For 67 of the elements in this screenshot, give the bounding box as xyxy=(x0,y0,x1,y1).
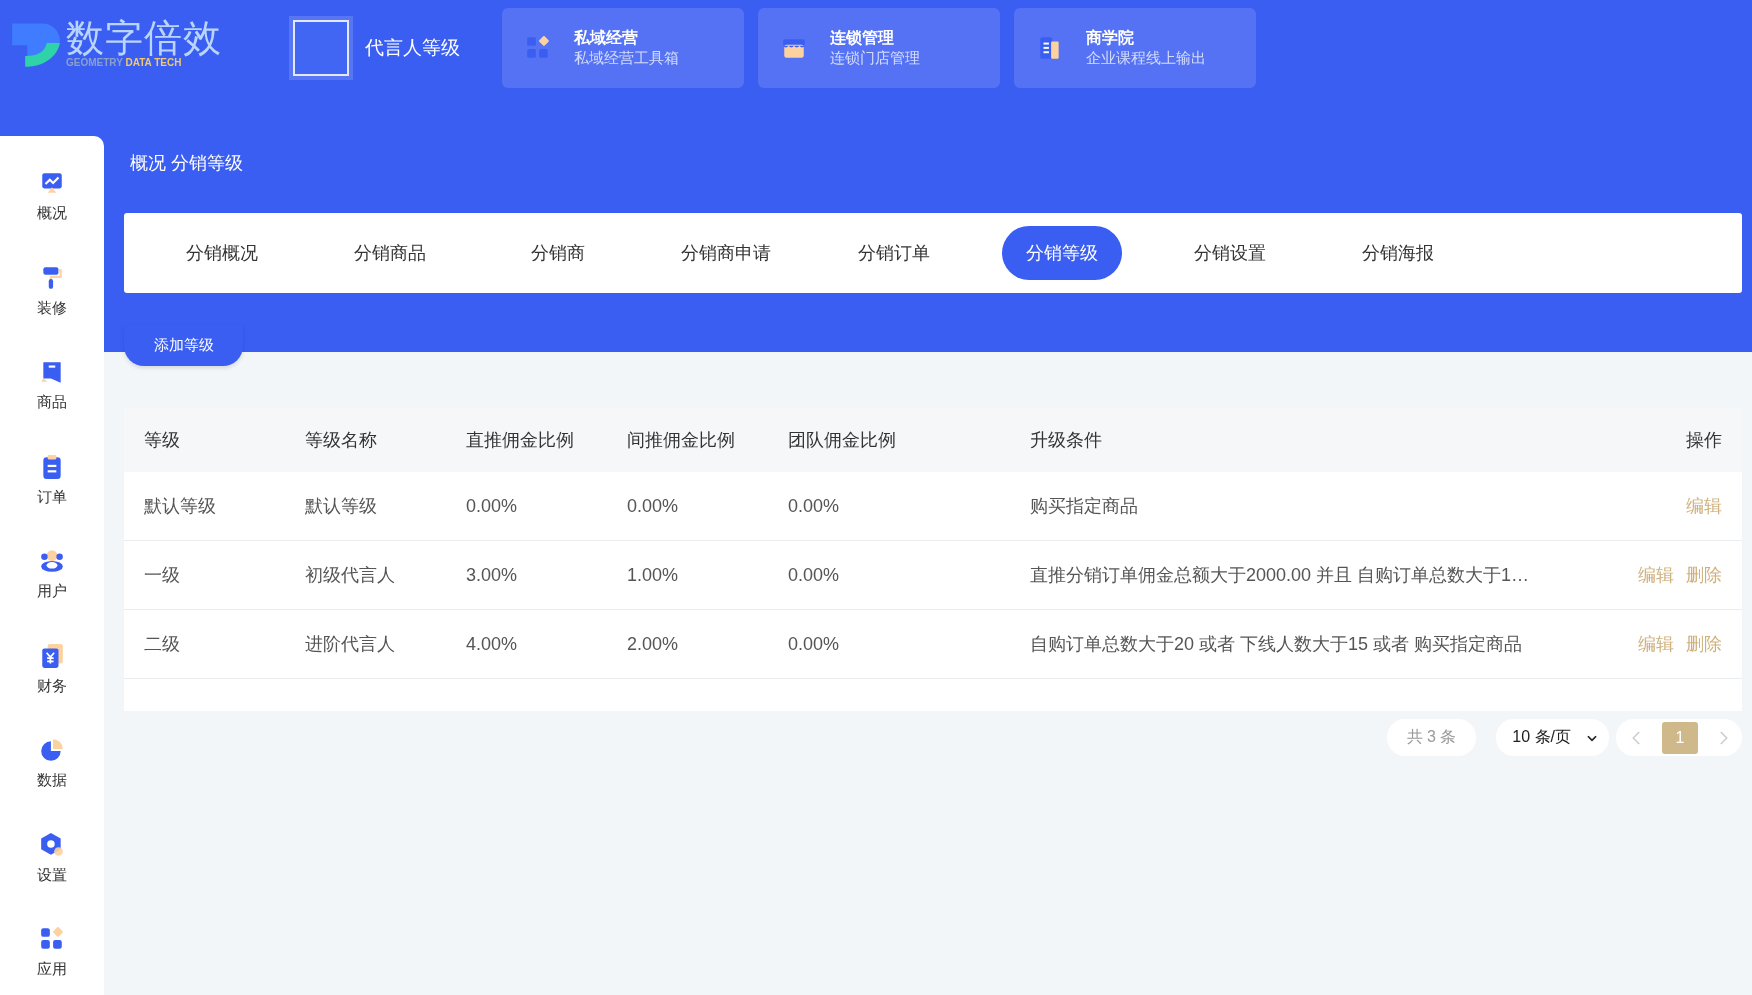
logo-subtitle: GEOMETRY DATA TECH xyxy=(66,56,183,68)
sidebar-item[interactable]: 概况 xyxy=(0,170,104,265)
sidebar-item[interactable]: 设置 xyxy=(0,831,104,926)
sidebar-item[interactable]: 财务 xyxy=(0,642,104,737)
table-cell-text: 1.00% xyxy=(627,564,680,586)
logo-title: 数字倍效 xyxy=(66,18,222,57)
tab[interactable]: 分销商申请 xyxy=(657,226,795,280)
table-cell-text: 二级 xyxy=(144,633,181,656)
sidebar-item[interactable]: 数据 xyxy=(0,737,104,832)
table-cell-text: 0.00% xyxy=(466,495,519,517)
table-cell-text: 0.00% xyxy=(627,495,680,517)
sidebar-label: 财务 xyxy=(37,676,67,696)
app-subtitle: 私域经营工具箱 xyxy=(574,49,679,68)
tab[interactable]: 分销订单 xyxy=(834,226,954,280)
app-title: 商学院 xyxy=(1086,28,1135,48)
table-cell-text: 0.00% xyxy=(788,564,841,586)
table-cell-text: 2.00% xyxy=(627,633,680,655)
add-level-button[interactable]: 添加等级 xyxy=(124,325,243,366)
breadcrumb: 概况 分销等级 xyxy=(129,152,244,175)
sidebar-label: 设置 xyxy=(37,865,67,885)
sidebar-label: 用户 xyxy=(37,582,67,601)
sidebar-item[interactable]: 用户 xyxy=(0,548,104,643)
table-cell-text: 初级代言人 xyxy=(305,564,396,587)
tab[interactable]: 分销设置 xyxy=(1170,226,1290,280)
tab[interactable]: 分销商品 xyxy=(330,226,450,280)
page-title: 代言人等级 xyxy=(365,36,460,60)
table-cell-text: 0.00% xyxy=(788,495,841,517)
table-cell-text: 购买指定商品 xyxy=(1030,495,1139,518)
table-cell-text: 直推分销订单佣金总额大于2000.00 并且 自购订单总数大于1… xyxy=(1030,564,1531,587)
app-card[interactable]: 商学院 企业课程线上输出 xyxy=(1014,8,1256,88)
tab[interactable]: 分销等级 xyxy=(1002,226,1122,280)
sidebar-label: 数据 xyxy=(37,771,67,790)
app-subtitle: 连锁门店管理 xyxy=(830,49,920,68)
table-cell-text: 进阶代言人 xyxy=(305,633,396,656)
table-cell-text: 默认等级 xyxy=(144,495,217,518)
sidebar-item[interactable]: 装修 xyxy=(0,264,104,359)
sidebar-item[interactable]: 订单 xyxy=(0,453,104,548)
tab[interactable]: 分销商 xyxy=(507,226,609,280)
table-cell-text: 3.00% xyxy=(466,564,519,586)
column-header: 等级名称 xyxy=(305,429,378,452)
tab[interactable]: 分销概况 xyxy=(162,226,282,280)
app-title: 连锁管理 xyxy=(830,28,895,48)
app-card[interactable]: 连锁管理 连锁门店管理 xyxy=(758,8,1000,88)
total-count: 共 3 条 xyxy=(1386,719,1477,756)
column-header: 升级条件 xyxy=(1030,429,1103,452)
tab[interactable]: 分销海报 xyxy=(1338,226,1458,280)
app-subtitle: 企业课程线上输出 xyxy=(1086,49,1206,68)
table-cell-text: 自购订单总数大于20 或者 下线人数大于15 或者 购买指定商品 xyxy=(1030,633,1524,656)
table-cell-text: 默认等级 xyxy=(305,495,378,518)
sidebar-label: 装修 xyxy=(37,298,67,318)
column-header: 等级 xyxy=(144,429,181,452)
sidebar-label: 概况 xyxy=(37,204,67,223)
sidebar-label: 商品 xyxy=(37,393,67,412)
app-card[interactable]: 私域经营 私域经营工具箱 xyxy=(502,8,744,88)
page-size-select[interactable]: 10 条/页 xyxy=(1496,719,1609,756)
app-title: 私域经营 xyxy=(574,28,639,48)
table-cell-text: 0.00% xyxy=(788,633,841,655)
table-cell-text: 一级 xyxy=(144,564,181,587)
column-header: 间推佣金比例 xyxy=(627,429,736,452)
column-header: 操作 xyxy=(1686,429,1722,452)
sidebar-item[interactable]: 商品 xyxy=(0,359,104,454)
table-cell-text: 4.00% xyxy=(466,633,519,655)
sidebar-label: 应用 xyxy=(37,960,67,979)
sidebar-label: 订单 xyxy=(37,487,67,507)
sidebar-item[interactable]: 应用 xyxy=(0,926,104,995)
column-header: 团队佣金比例 xyxy=(788,429,897,452)
column-header: 直推佣金比例 xyxy=(466,429,575,452)
